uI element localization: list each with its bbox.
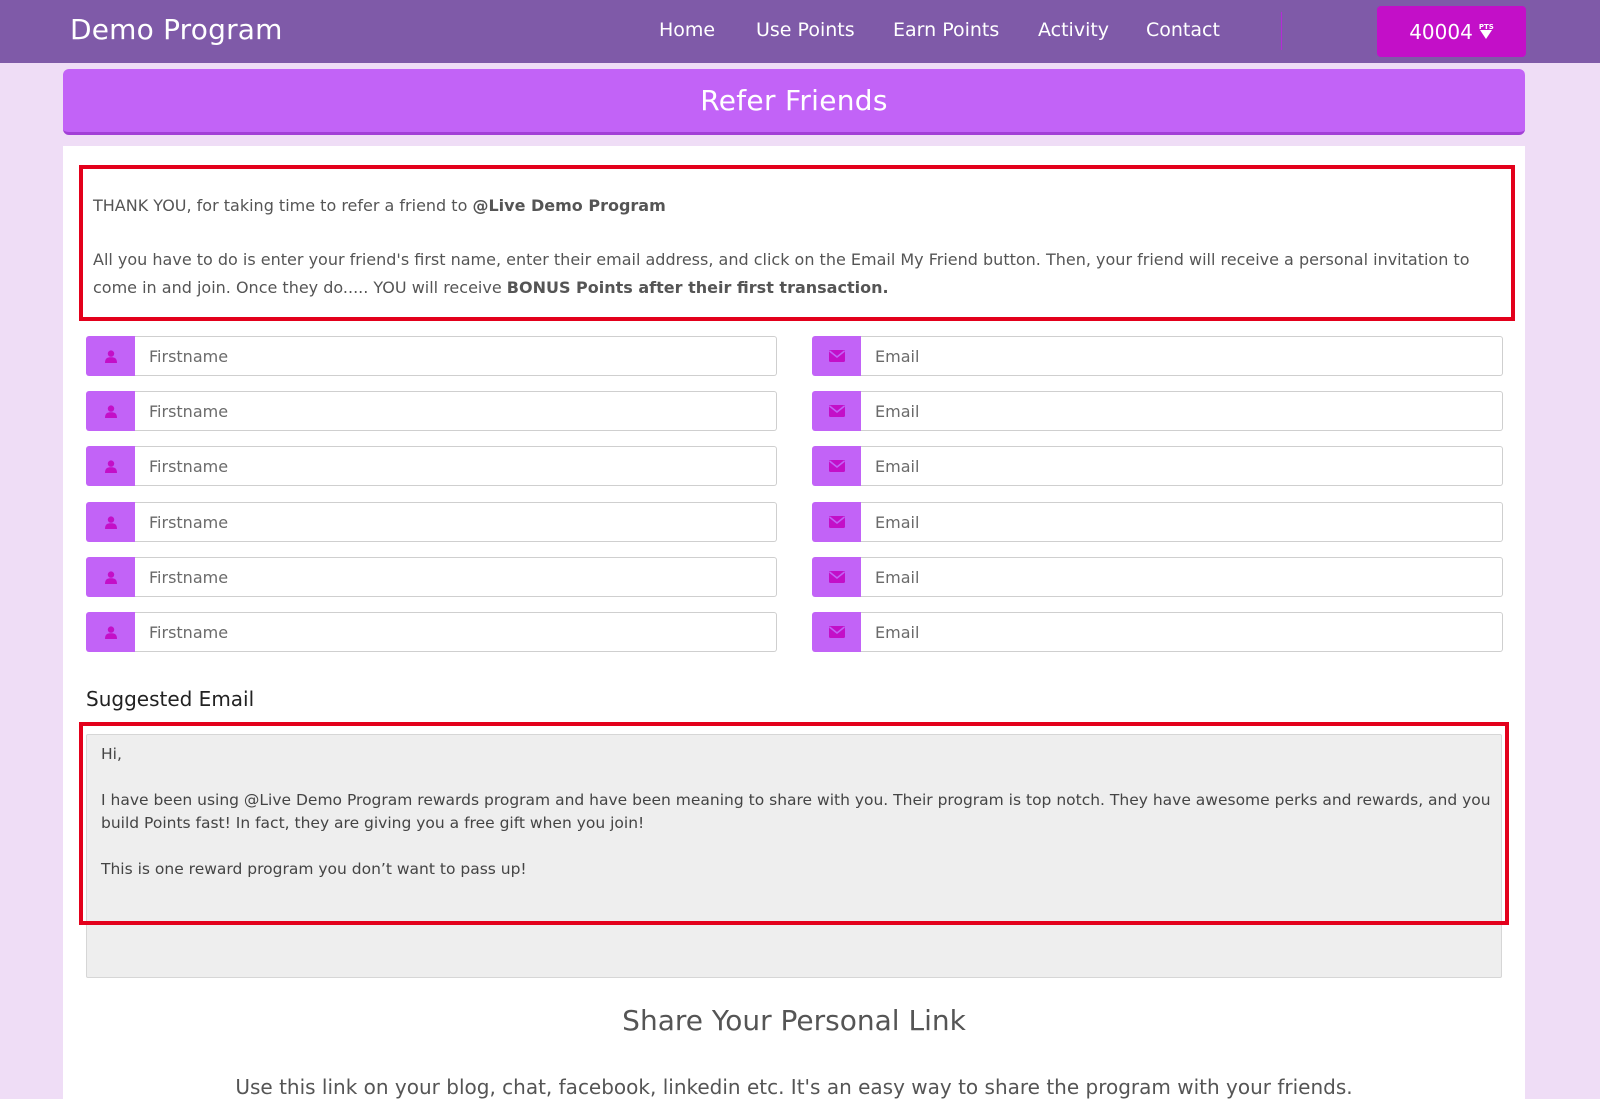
suggested-email-label: Suggested Email [86, 687, 255, 711]
nav-divider [1281, 12, 1282, 50]
envelope-icon [812, 446, 861, 486]
firstname-field-2 [86, 391, 777, 431]
program-name: @Live Demo Program [472, 196, 666, 215]
suggested-email-content: Hi, I have been using @Live Demo Program… [101, 743, 1501, 881]
share-link-title: Share Your Personal Link [622, 1004, 966, 1037]
nav-use-points[interactable]: Use Points [756, 19, 855, 41]
email-input[interactable] [861, 391, 1503, 431]
user-icon [86, 557, 135, 597]
email-input[interactable] [861, 446, 1503, 486]
envelope-icon [812, 502, 861, 542]
user-icon [86, 502, 135, 542]
page-header: Refer Friends [63, 69, 1525, 135]
nav-contact[interactable]: Contact [1146, 19, 1220, 41]
firstname-field-3 [86, 446, 777, 486]
user-icon [86, 391, 135, 431]
email-closing: This is one reward program you don’t wan… [101, 860, 527, 878]
email-input[interactable] [861, 557, 1503, 597]
email-field-1 [812, 336, 1503, 376]
share-link-description: Use this link on your blog, chat, facebo… [235, 1075, 1353, 1099]
email-body: I have been using @Live Demo Program rew… [101, 791, 1491, 832]
refer-card: THANK YOU, for taking time to refer a fr… [63, 146, 1525, 1099]
points-balance-button[interactable]: 40004 PTS [1377, 6, 1526, 57]
email-field-4 [812, 502, 1503, 542]
firstname-input[interactable] [135, 446, 777, 486]
email-input[interactable] [861, 336, 1503, 376]
user-icon [86, 446, 135, 486]
bonus-note: BONUS Points after their first transacti… [506, 278, 889, 297]
email-input[interactable] [861, 502, 1503, 542]
envelope-icon [812, 391, 861, 431]
intro-line-1-text: THANK YOU, for taking time to refer a fr… [93, 196, 473, 215]
email-greeting: Hi, [101, 745, 122, 763]
firstname-field-5 [86, 557, 777, 597]
page-title: Refer Friends [700, 84, 888, 117]
email-field-3 [812, 446, 1503, 486]
firstname-input[interactable] [135, 502, 777, 542]
nav-activity[interactable]: Activity [1038, 19, 1109, 41]
email-field-6 [812, 612, 1503, 652]
email-field-2 [812, 391, 1503, 431]
nav-home[interactable]: Home [659, 19, 715, 41]
email-input[interactable] [861, 612, 1503, 652]
intro-message: THANK YOU, for taking time to refer a fr… [79, 165, 1515, 321]
user-icon [86, 336, 135, 376]
brand-logo-text[interactable]: Demo Program [70, 13, 283, 46]
firstname-input[interactable] [135, 336, 777, 376]
firstname-field-4 [86, 502, 777, 542]
intro-line-1: THANK YOU, for taking time to refer a fr… [93, 192, 1501, 220]
firstname-input[interactable] [135, 557, 777, 597]
firstname-input[interactable] [135, 391, 777, 431]
nav-earn-points[interactable]: Earn Points [893, 19, 999, 41]
envelope-icon [812, 336, 861, 376]
top-navbar: Demo Program Home Use Points Earn Points… [0, 0, 1600, 63]
firstname-field-1 [86, 336, 777, 376]
points-value: 40004 [1409, 19, 1473, 44]
intro-line-2: All you have to do is enter your friend'… [93, 246, 1501, 302]
user-icon [86, 612, 135, 652]
points-dropdown-icon: PTS [1479, 24, 1494, 39]
email-field-5 [812, 557, 1503, 597]
firstname-input[interactable] [135, 612, 777, 652]
envelope-icon [812, 612, 861, 652]
envelope-icon [812, 557, 861, 597]
firstname-field-6 [86, 612, 777, 652]
